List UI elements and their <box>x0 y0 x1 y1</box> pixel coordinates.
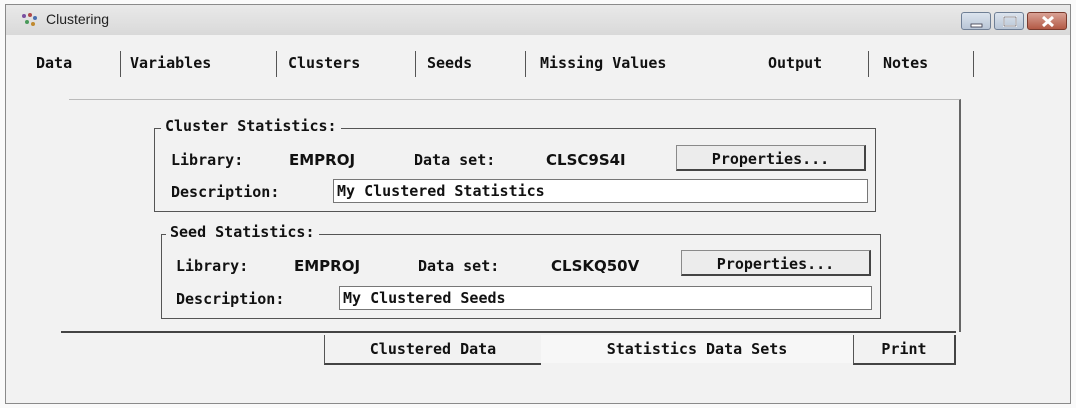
cluster-library-value: EMPROJ <box>289 151 356 169</box>
seed-statistics-legend: Seed Statistics: <box>166 223 319 241</box>
tab-clustered-data[interactable]: Clustered Data <box>324 335 541 365</box>
seed-description-label: Description: <box>176 290 285 308</box>
tab-statistics-data-sets[interactable]: Statistics Data Sets <box>541 335 853 363</box>
cluster-library-label: Library: <box>171 151 244 169</box>
seed-library-value: EMPROJ <box>294 257 361 275</box>
cluster-app-icon <box>22 13 37 26</box>
tab-divider <box>525 51 526 77</box>
close-button[interactable] <box>1027 12 1067 30</box>
window-title: Clustering <box>46 11 110 27</box>
tab-variables[interactable]: Variables <box>130 49 211 77</box>
tab-seeds[interactable]: Seeds <box>427 49 472 77</box>
panel-base-line <box>61 331 956 333</box>
cluster-dataset-label: Data set: <box>414 151 496 169</box>
minimize-button[interactable] <box>961 12 991 30</box>
seed-properties-button[interactable]: Properties... <box>681 250 871 276</box>
seed-description-input[interactable] <box>339 286 872 310</box>
cluster-description-input[interactable] <box>333 179 868 203</box>
seed-library-label: Library: <box>176 257 249 275</box>
maximize-button[interactable] <box>994 12 1024 30</box>
tab-notes[interactable]: Notes <box>883 49 928 77</box>
close-icon <box>1041 15 1055 28</box>
seed-dataset-value: CLSKQ50V <box>551 257 640 275</box>
tab-print[interactable]: Print <box>853 335 956 365</box>
title-bar: Clustering <box>6 5 1070 35</box>
tab-data[interactable]: Data <box>36 49 72 77</box>
clustering-window: Clustering Data Variables Clusters Seeds… <box>5 4 1071 404</box>
maximize-icon <box>1003 16 1017 27</box>
minimize-icon <box>970 23 983 28</box>
tab-strip: Data Variables Clusters Seeds Missing Va… <box>6 49 1070 77</box>
tab-divider <box>276 51 277 77</box>
seed-dataset-label: Data set: <box>418 257 500 275</box>
tab-divider <box>120 51 121 77</box>
cluster-dataset-value: CLSC9S4I <box>546 151 626 169</box>
cluster-properties-button[interactable]: Properties... <box>676 145 866 171</box>
tab-output[interactable]: Output <box>768 49 822 77</box>
tab-missing-values[interactable]: Missing Values <box>540 49 666 77</box>
tab-divider <box>973 51 974 77</box>
cluster-statistics-legend: Cluster Statistics: <box>161 117 341 135</box>
tab-clusters[interactable]: Clusters <box>288 49 360 77</box>
cluster-description-label: Description: <box>171 183 280 201</box>
tab-divider <box>415 51 416 77</box>
tab-divider <box>868 51 869 77</box>
